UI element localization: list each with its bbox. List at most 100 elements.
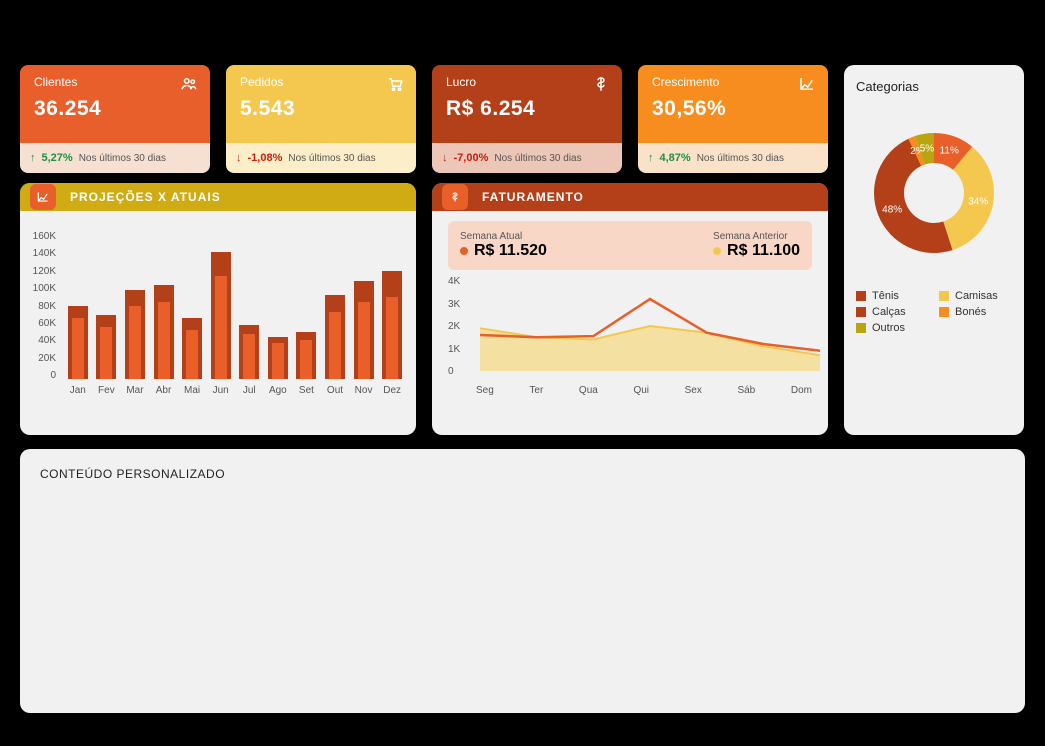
legend-item-tenis: Tênis [856,290,929,302]
bar-group [211,229,231,379]
bar-actual [129,306,141,379]
bar-actual [186,330,198,379]
bar-actual [215,276,227,379]
value-text: R$ 11.100 [727,242,800,260]
bar-actual [329,312,341,380]
kpi-delta-row: ↑ 4,87% Nos últimos 30 dias [638,143,828,173]
kpi-period: Nos últimos 30 dias [79,153,166,164]
donut-chart: 11%34%48%2%5% [856,118,1012,268]
kpi-delta-row: ↑ 5,27% Nos últimos 30 dias [20,143,210,173]
y-tick-label: 80K [30,301,56,312]
bar-group [239,229,259,379]
y-tick-label: 3K [448,299,460,310]
y-tick-label: 140K [30,248,56,259]
bar-group [182,229,202,379]
y-tick-label: 100K [30,283,56,294]
x-tick-label: Jul [239,385,259,396]
x-tick-label: Sáb [737,385,755,396]
arrow-down-icon: ↓ [236,152,242,164]
legend-label: Tênis [872,290,899,302]
legend-label: Camisas [955,290,998,302]
bar-actual [300,340,312,379]
x-tick-label: Dom [791,385,812,396]
legend-item-camisas: Camisas [939,290,1012,302]
donut-svg: 11%34%48%2%5% [859,118,1009,268]
legend-item-bones: Bonés [939,306,1012,318]
y-tick-label: 160K [30,231,56,242]
bar-group [97,229,117,379]
kpi-delta-row: ↓ -1,08% Nos últimos 30 dias [226,143,416,173]
bar-group [154,229,174,379]
kpi-top: Lucro R$ 6.254 [432,65,622,143]
kpi-top: Crescimento 30,56% [638,65,828,143]
legend-item-outros: Outros [856,322,929,334]
kpi-title: Pedidos [240,75,402,89]
panel-categorias: Categorias 11%34%48%2%5% Tênis Camisas C… [844,65,1024,435]
panel-title: FATURAMENTO [482,190,584,204]
x-tick-label: Jan [68,385,88,396]
panel-projecoes: PROJEÇÕES X ATUAIS 160K140K120K100K80K60… [20,183,416,435]
kpi-lucro[interactable]: Lucro R$ 6.254 ↓ -7,00% Nos últimos 30 d… [432,65,622,173]
faturamento-summary: Semana Atual R$ 11.520 Semana Anterior R… [448,221,812,270]
kpi-period: Nos últimos 30 dias [494,153,581,164]
area-chart-svg [470,276,828,376]
x-tick-label: Seg [476,385,494,396]
kpi-delta: -1,08% [248,152,283,164]
y-tick-label: 0 [448,366,454,377]
chart-line-icon [798,75,816,93]
y-tick-label: 40K [30,335,56,346]
kpi-delta: 4,87% [660,152,691,164]
bar-actual [386,297,398,380]
kpi-top: Clientes 36.254 [20,65,210,143]
kpi-value: 30,56% [652,97,814,121]
bar-group [382,229,402,379]
bar-group [268,229,288,379]
bar-group [354,229,374,379]
bar-group [125,229,145,379]
x-axis: JanFevMarAbrMaiJunJulAgoSetOutNovDez [68,385,402,396]
kpi-value: 36.254 [34,97,196,121]
y-tick-label: 1K [448,344,460,355]
kpi-delta: -7,00% [454,152,489,164]
kpi-top: Pedidos 5.543 [226,65,416,143]
bar-group [325,229,345,379]
kpi-pedidos[interactable]: Pedidos 5.543 ↓ -1,08% Nos últimos 30 di… [226,65,416,173]
x-tick-label: Out [325,385,345,396]
kpi-value: R$ 6.254 [446,97,608,121]
bar-chart: 160K140K120K100K80K60K40K20K0 JanFevMarA… [20,211,416,402]
x-tick-label: Ter [529,385,543,396]
legend-label: Bonés [955,306,986,318]
panel-header: PROJEÇÕES X ATUAIS [20,183,416,211]
y-tick-label: 20K [30,353,56,364]
kpi-crescimento[interactable]: Crescimento 30,56% ↑ 4,87% Nos últimos 3… [638,65,828,173]
y-tick-label: 4K [448,276,460,287]
custom-title: CONTEÚDO PERSONALIZADO [40,467,225,481]
kpi-delta-row: ↓ -7,00% Nos últimos 30 dias [432,143,622,173]
bar-actual [358,302,370,379]
donut-label: 34% [968,196,988,207]
summary-atual: Semana Atual R$ 11.520 [460,231,547,260]
y-tick-label: 2K [448,321,460,332]
kpi-delta: 5,27% [42,152,73,164]
x-tick-label: Abr [154,385,174,396]
panel-faturamento: FATURAMENTO Semana Atual R$ 11.520 Seman… [432,183,828,435]
dollar-icon [442,184,468,210]
panel-title: PROJEÇÕES X ATUAIS [70,190,221,204]
dollar-icon [592,75,610,93]
kpi-title: Lucro [446,75,608,89]
arrow-up-icon: ↑ [648,152,654,164]
x-tick-label: Qui [633,385,649,396]
y-tick-label: 60K [30,318,56,329]
x-tick-label: Fev [97,385,117,396]
x-tick-label: Ago [268,385,288,396]
kpi-title: Crescimento [652,75,814,89]
legend-label: Calças [872,306,906,318]
bar-actual [158,302,170,379]
chart-row: PROJEÇÕES X ATUAIS 160K140K120K100K80K60… [20,183,1025,435]
panel-custom-content: CONTEÚDO PERSONALIZADO [20,449,1025,713]
summary-label: Semana Anterior [713,231,788,242]
x-tick-label: Qua [579,385,598,396]
kpi-clientes[interactable]: Clientes 36.254 ↑ 5,27% Nos últimos 30 d… [20,65,210,173]
bar-group [68,229,88,379]
legend-label: Outros [872,322,905,334]
